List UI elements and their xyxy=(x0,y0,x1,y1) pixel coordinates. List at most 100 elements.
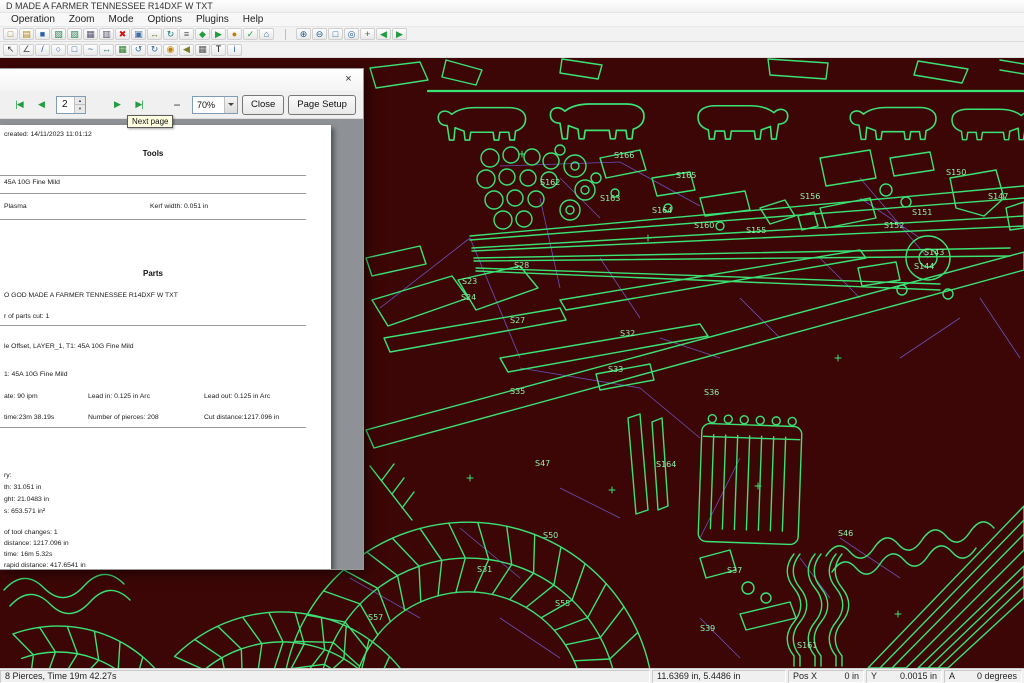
spin-up-icon[interactable]: ▲ xyxy=(74,97,85,105)
previous-view-icon[interactable]: ◀ xyxy=(376,28,391,40)
next-page-button[interactable]: ▶ xyxy=(106,95,128,115)
dialog-titlebar[interactable]: × xyxy=(0,69,363,91)
part-label: S166 xyxy=(614,151,634,160)
part-label: S39 xyxy=(700,624,715,633)
snap-grid-icon[interactable]: ▦ xyxy=(195,44,210,56)
lead-out: Lead out: 0.125 in Arc xyxy=(204,393,270,400)
part-label: S27 xyxy=(510,316,525,325)
part-label: S33 xyxy=(608,365,623,374)
page-number-value: 2 xyxy=(62,99,68,110)
total-line: of tool changes: 1 xyxy=(4,529,58,536)
undo-icon[interactable]: ↺ xyxy=(131,44,146,56)
part-label: S150 xyxy=(946,168,966,177)
hill-waves xyxy=(4,574,130,613)
tool-name: 45A 10G Fine Mild xyxy=(4,179,60,186)
operation-line-1: le Offset, LAYER_1, T1: 45A 10G Fine Mil… xyxy=(4,343,134,350)
close-button[interactable]: Close xyxy=(242,95,284,115)
zoom-out-icon[interactable]: ⊖ xyxy=(312,28,327,40)
part-label: S46 xyxy=(838,529,853,538)
page-number-spinner[interactable]: 2 ▲ ▼ xyxy=(56,96,86,114)
zoom-extents-icon[interactable]: ◎ xyxy=(344,28,359,40)
print-preview-icon[interactable]: ▥ xyxy=(99,28,114,40)
part-label: S32 xyxy=(620,329,635,338)
menu-zoom[interactable]: Zoom xyxy=(62,14,102,25)
nest-parts-icon[interactable]: ◆ xyxy=(195,28,210,40)
array-tool-icon[interactable]: ▦ xyxy=(115,44,130,56)
spin-down-icon[interactable]: ▼ xyxy=(74,104,85,113)
part-label: S144 xyxy=(914,262,934,271)
pierce-point-icon[interactable]: ● xyxy=(227,28,242,40)
status-pos-y: Y 0.0015 in xyxy=(866,670,942,683)
window-title: D MADE A FARMER TENNESSEE R14DXF W TXT xyxy=(0,1,213,11)
export-drawing-icon[interactable]: ▨ xyxy=(67,28,82,40)
toolbar-edit-group: ↖∠/○□~↔▦↺↻◉◀▦Ti xyxy=(3,44,243,56)
line-tool-icon[interactable]: / xyxy=(35,44,50,56)
menu-plugins[interactable]: Plugins xyxy=(189,14,236,25)
tool-type: Plasma xyxy=(4,203,27,210)
zoom-level-select[interactable]: 70% xyxy=(192,96,238,114)
measure-tool-icon[interactable]: ∠ xyxy=(19,44,34,56)
cut-order-icon[interactable]: ≡ xyxy=(179,28,194,40)
cow-outline xyxy=(952,109,1024,139)
first-page-button[interactable]: |◀ xyxy=(8,95,30,115)
delete-part-icon[interactable]: ✖ xyxy=(115,28,130,40)
table-rule xyxy=(0,219,306,220)
next-view-icon[interactable]: ▶ xyxy=(392,28,407,40)
prev-page-button[interactable]: ◀ xyxy=(30,95,52,115)
part-label: S143 xyxy=(924,248,944,257)
pan-view-icon[interactable]: + xyxy=(360,28,375,40)
menu-help[interactable]: Help xyxy=(236,14,271,25)
status-pierce-time: 8 Pierces, Time 19m 42.27s xyxy=(0,670,650,683)
copy-part-icon[interactable]: ▣ xyxy=(131,28,146,40)
zoom-out-button[interactable]: − xyxy=(166,95,188,115)
status-pos-a: A 0 degrees xyxy=(944,670,1022,683)
top-partial-shapes xyxy=(442,59,1024,85)
cow-outline xyxy=(550,104,644,139)
machine-home-icon[interactable]: ⌂ xyxy=(259,28,274,40)
table-rule xyxy=(0,175,306,176)
text-tool-icon[interactable]: T xyxy=(211,44,226,56)
part-label: S164 xyxy=(656,460,676,469)
pos-a-label: A xyxy=(949,671,955,681)
last-page-button[interactable]: ▶| xyxy=(128,95,150,115)
toolbar-file-group: □▤■▧▨▦▥✖▣↔↻≡◆▶●✓⌂ xyxy=(3,28,275,40)
menu-operation[interactable]: Operation xyxy=(4,14,62,25)
verify-cut-icon[interactable]: ✓ xyxy=(243,28,258,40)
total-line: time: 16m 5.32s xyxy=(4,551,52,558)
start-cut-icon[interactable]: ▶ xyxy=(211,28,226,40)
page-setup-button[interactable]: Page Setup xyxy=(288,95,356,115)
print-icon[interactable]: ▦ xyxy=(83,28,98,40)
save-job-icon[interactable]: ■ xyxy=(35,28,50,40)
menu-mode[interactable]: Mode xyxy=(101,14,140,25)
table-rule xyxy=(0,325,306,326)
table-rule xyxy=(0,427,306,428)
part-label: S23 xyxy=(462,277,477,286)
part-label: S147 xyxy=(988,192,1008,201)
set-origin-icon[interactable]: ◉ xyxy=(163,44,178,56)
curve-tool-icon[interactable]: ~ xyxy=(83,44,98,56)
move-part-icon[interactable]: ↔ xyxy=(147,28,162,40)
rotate-part-icon[interactable]: ↻ xyxy=(163,28,178,40)
open-job-icon[interactable]: ▤ xyxy=(19,28,34,40)
part-label: S151 xyxy=(912,208,932,217)
tools-heading: Tools xyxy=(0,149,306,158)
new-job-icon[interactable]: □ xyxy=(3,28,18,40)
lead-in-edit-icon[interactable]: ◀ xyxy=(179,44,194,56)
select-tool-icon[interactable]: ↖ xyxy=(3,44,18,56)
close-icon[interactable]: × xyxy=(340,72,357,88)
import-drawing-icon[interactable]: ▧ xyxy=(51,28,66,40)
part-label: S165 xyxy=(676,171,696,180)
report-page: created: 14/11/2023 11:01:12 Tools 45A 1… xyxy=(0,125,331,569)
cut-time: time:23m 38.19s xyxy=(4,414,54,421)
rect-tool-icon[interactable]: □ xyxy=(67,44,82,56)
circle-tool-icon[interactable]: ○ xyxy=(51,44,66,56)
total-line: rapid distance: 417.6541 in xyxy=(4,562,86,569)
about-info-icon[interactable]: i xyxy=(227,44,242,56)
mirror-tool-icon[interactable]: ↔ xyxy=(99,44,114,56)
menu-options[interactable]: Options xyxy=(141,14,189,25)
lead-in: Lead in: 0.125 in Arc xyxy=(88,393,150,400)
part-label: S156 xyxy=(800,192,820,201)
zoom-in-icon[interactable]: ⊕ xyxy=(296,28,311,40)
zoom-window-icon[interactable]: □ xyxy=(328,28,343,40)
redo-icon[interactable]: ↻ xyxy=(147,44,162,56)
